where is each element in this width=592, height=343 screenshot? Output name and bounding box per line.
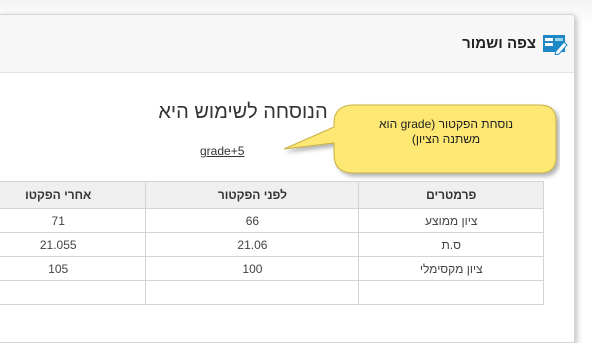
edit-table-icon [543,35,568,55]
table-row: ס.ת 21.06 21.055 [0,232,544,257]
cell-parameter: ס.ת [358,232,544,257]
parameters-table: פרמטרים לפני הפקטור אחרי הפקטו ציון ממוצ… [0,181,544,305]
callout-text: נוסחת הפקטור (grade הוא משתנה הציון) [378,117,514,146]
formula-callout: נוסחת הפקטור (grade הוא משתנה הציון) [270,97,560,192]
cell-after: 21.055 [0,232,147,257]
cell-before: 66 [145,208,360,233]
table-row: ציון ממוצע 66 71 [0,208,544,233]
cell-parameter: ציון ממוצע [358,208,544,233]
cell-parameter: ציון מקסימלי [358,256,544,281]
cell-before: 100 [145,256,360,281]
cell-before [145,280,360,305]
cell-before: 21.06 [145,232,360,257]
panel-title: צפה ושמור [462,35,536,52]
column-header-after-factor: אחרי הפקטו [0,181,147,209]
formula-expression-link[interactable]: grade+5 [200,144,244,158]
cell-after: 105 [0,256,147,281]
cell-after [0,280,147,305]
cell-after: 71 [0,208,147,233]
table-row: ציון מקסימלי 100 105 [0,256,544,281]
panel-header: צפה ושמור [0,15,574,73]
cell-parameter [358,280,544,305]
table-row [0,280,544,305]
